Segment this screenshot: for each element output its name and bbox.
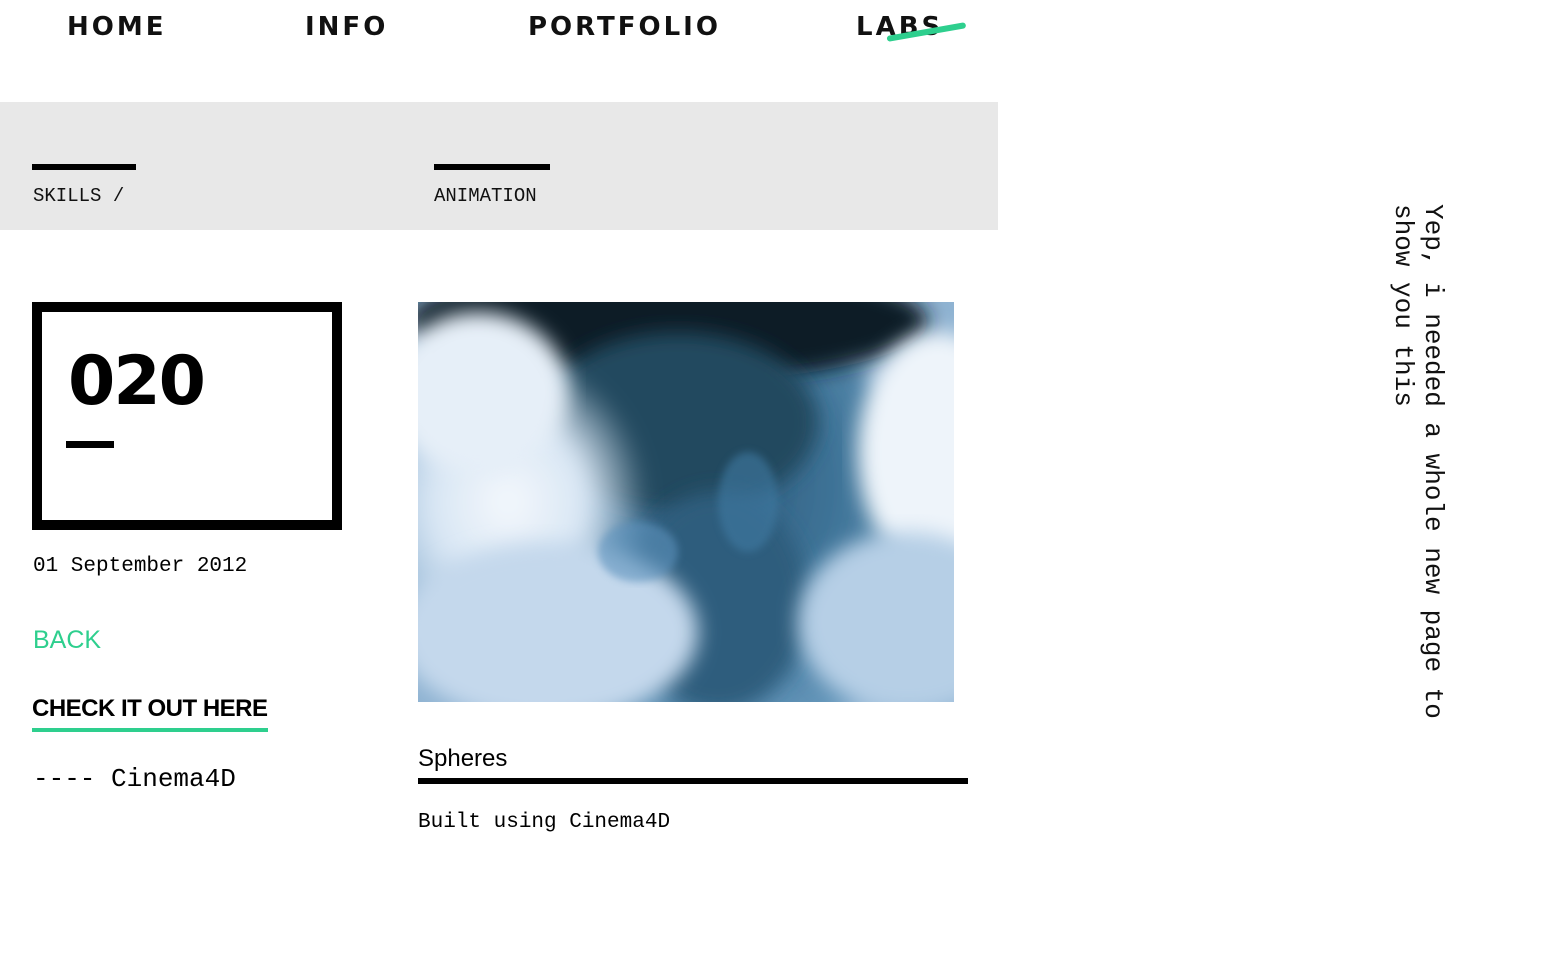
nav-home-link[interactable]: HOME [67,10,167,44]
nav-info-link[interactable]: INFO [305,10,388,44]
back-link[interactable]: BACK [33,626,101,655]
side-note: Yep, i needed a whole new page to show y… [1388,204,1448,719]
project-date: 01 September 2012 [33,555,248,578]
smoke-render-image [418,302,954,702]
number-dash [66,441,114,448]
project-title: Spheres [418,742,968,784]
project-number: 020 [68,342,206,421]
project-description: Built using Cinema4D [418,811,671,834]
category-label: ANIMATION [434,185,537,207]
tools-used: ---- Cinema4D [33,764,236,794]
main-nav: HOME INFO PORTFOLIO LABS [0,0,1000,60]
category-rule [434,164,550,170]
nav-portfolio-link[interactable]: PORTFOLIO [528,10,721,44]
check-it-out-link[interactable]: CHECK IT OUT HERE [32,695,268,732]
skills-bar: SKILLS / ANIMATION [0,102,998,230]
project-image[interactable] [418,302,954,702]
skills-rule [32,164,136,170]
skills-label: SKILLS / [33,185,125,207]
project-number-box: 020 [32,302,342,530]
